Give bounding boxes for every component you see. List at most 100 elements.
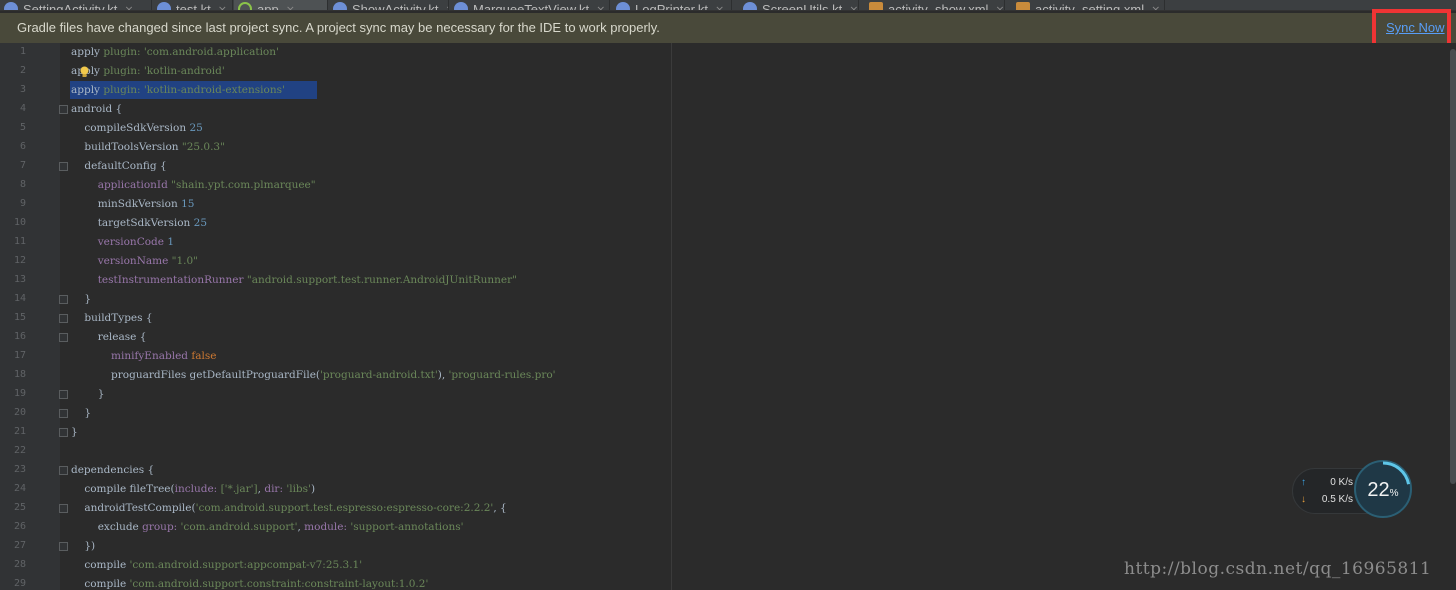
usage-value: 22: [1367, 479, 1390, 501]
code-token: testInstrumentationRunner: [71, 274, 247, 286]
code-line[interactable]: versionCode 1: [71, 233, 174, 252]
code-token: 'support-annotations': [350, 521, 464, 533]
tab-7[interactable]: activity_show.xml ×: [865, 0, 1005, 11]
upload-speed-value: 0: [1330, 477, 1336, 488]
code-line[interactable]: androidTestCompile('com.android.support.…: [71, 499, 506, 518]
code-token: }: [71, 426, 78, 438]
code-line[interactable]: minifyEnabled false: [71, 347, 216, 366]
code-token: compileSdkVersion: [71, 122, 190, 134]
line-number: 23: [13, 464, 26, 475]
code-line[interactable]: }): [71, 537, 95, 556]
vertical-scrollbar[interactable]: [1450, 49, 1456, 484]
line-number: 26: [13, 521, 26, 532]
fold-marker-icon[interactable]: [59, 390, 68, 399]
fold-marker-icon[interactable]: [59, 428, 68, 437]
close-icon[interactable]: ×: [995, 3, 1004, 11]
fold-marker-icon[interactable]: [59, 162, 68, 171]
code-line[interactable]: defaultConfig {: [71, 157, 166, 176]
fold-marker-icon[interactable]: [59, 466, 68, 475]
fold-marker-icon[interactable]: [59, 314, 68, 323]
code-line[interactable]: apply plugin: 'kotlin-android': [71, 62, 225, 81]
code-token: 25: [189, 122, 203, 134]
code-token: dependencies {: [71, 464, 155, 476]
code-line[interactable]: minSdkVersion 15: [71, 195, 195, 214]
fold-marker-icon[interactable]: [59, 105, 68, 114]
code-line[interactable]: }: [71, 290, 91, 309]
code-token: ['*.jar']: [220, 483, 258, 495]
code-token: ),: [437, 369, 449, 381]
close-icon[interactable]: ×: [218, 3, 227, 11]
close-icon[interactable]: ×: [124, 3, 133, 11]
kotlin-file-icon: [157, 2, 171, 10]
code-line[interactable]: compile fileTree(include: ['*.jar'], dir…: [71, 480, 315, 499]
line-number: 21: [13, 426, 26, 437]
code-token: versionName: [71, 255, 172, 267]
code-line[interactable]: testInstrumentationRunner "android.suppo…: [71, 271, 517, 290]
download-arrow-icon: ↓: [1301, 494, 1306, 505]
code-line[interactable]: }: [71, 385, 105, 404]
editor-tab-bar: SettingActivity.kt × test.kt × app × ShowActiv…: [0, 0, 1456, 11]
code-editor[interactable]: 1 2 3 4 5 6 7 8 9 10 11 12 13 14 15 16 17 18 19 20 21 22 23 24 2…: [0, 43, 1456, 590]
kotlin-file-icon: [616, 2, 630, 10]
code-line[interactable]: apply plugin: 'com.android.application': [71, 43, 279, 62]
code-line[interactable]: targetSdkVersion 25: [71, 214, 207, 233]
code-line[interactable]: compile 'com.android.support:appcompat-v…: [71, 556, 362, 575]
code-token: 'com.android.support': [180, 521, 298, 533]
gradle-file-icon: [238, 2, 252, 10]
lightbulb-icon[interactable]: [79, 66, 90, 78]
code-token: buildTypes {: [71, 312, 153, 324]
fold-marker-icon[interactable]: [59, 295, 68, 304]
code-line[interactable]: applicationId "shain.ypt.com.plmarquee": [71, 176, 316, 195]
download-speed-unit: K/s: [1338, 494, 1353, 505]
code-line[interactable]: versionName "1.0": [71, 252, 198, 271]
tab-2[interactable]: app ×: [234, 0, 328, 11]
code-line[interactable]: android {: [71, 100, 122, 119]
tab-label: SettingActivity.kt: [23, 1, 118, 11]
line-number: 27: [13, 540, 26, 551]
code-line[interactable]: proguardFiles getDefaultProguardFile('pr…: [71, 366, 556, 385]
close-icon[interactable]: ×: [715, 3, 724, 11]
watermark-text: http://blog.csdn.net/qq_16965811: [1124, 559, 1432, 579]
code-token: apply: [71, 46, 104, 58]
code-line[interactable]: dependencies {: [71, 461, 154, 480]
tab-4[interactable]: MarqueeTextView.kt ×: [450, 0, 610, 11]
close-icon[interactable]: ×: [596, 3, 605, 11]
code-token: }): [71, 540, 96, 552]
code-line[interactable]: compileSdkVersion 25: [71, 119, 203, 138]
gradle-sync-banner: Gradle files have changed since last pro…: [0, 13, 1456, 43]
code-token: }: [71, 407, 92, 419]
code-token: apply: [71, 84, 104, 96]
tab-label: test.kt: [176, 1, 211, 11]
code-token: versionCode: [71, 236, 168, 248]
code-token: 'com.android.support:appcompat-v7:25.3.1…: [129, 559, 363, 571]
code-line[interactable]: compile 'com.android.support.constraint:…: [71, 575, 428, 590]
code-line[interactable]: exclude group: 'com.android.support', mo…: [71, 518, 464, 537]
tab-5[interactable]: LogPrinter.kt ×: [612, 0, 732, 11]
code-token: module:: [304, 521, 351, 533]
code-token: applicationId: [71, 179, 172, 191]
close-icon[interactable]: ×: [445, 3, 448, 11]
code-line[interactable]: }: [71, 404, 91, 423]
close-icon[interactable]: ×: [286, 3, 295, 11]
line-number: 13: [13, 274, 26, 285]
fold-marker-icon[interactable]: [59, 409, 68, 418]
code-line[interactable]: release {: [71, 328, 147, 347]
fold-marker-icon[interactable]: [59, 542, 68, 551]
code-line[interactable]: buildTypes {: [71, 309, 153, 328]
line-number: 9: [19, 198, 26, 209]
line-number: 19: [13, 388, 26, 399]
fold-marker-icon[interactable]: [59, 333, 68, 342]
code-line[interactable]: }: [71, 423, 78, 442]
fold-marker-icon[interactable]: [59, 504, 68, 513]
code-token: minSdkVersion: [71, 198, 182, 210]
close-icon[interactable]: ×: [849, 3, 858, 11]
code-line[interactable]: buildToolsVersion "25.0.3": [71, 138, 225, 157]
code-line[interactable]: apply plugin: 'kotlin-android-extensions…: [71, 81, 285, 100]
tab-1[interactable]: test.kt ×: [153, 0, 233, 11]
tab-6[interactable]: ScreenUtils.kt ×: [739, 0, 859, 11]
code-token: 25: [193, 217, 208, 229]
close-icon[interactable]: ×: [1151, 3, 1160, 11]
tab-3[interactable]: ShowActivity.kt ×: [329, 0, 449, 11]
tab-8[interactable]: activity_setting.xml ×: [1012, 0, 1165, 11]
tab-0[interactable]: SettingActivity.kt ×: [0, 0, 152, 11]
